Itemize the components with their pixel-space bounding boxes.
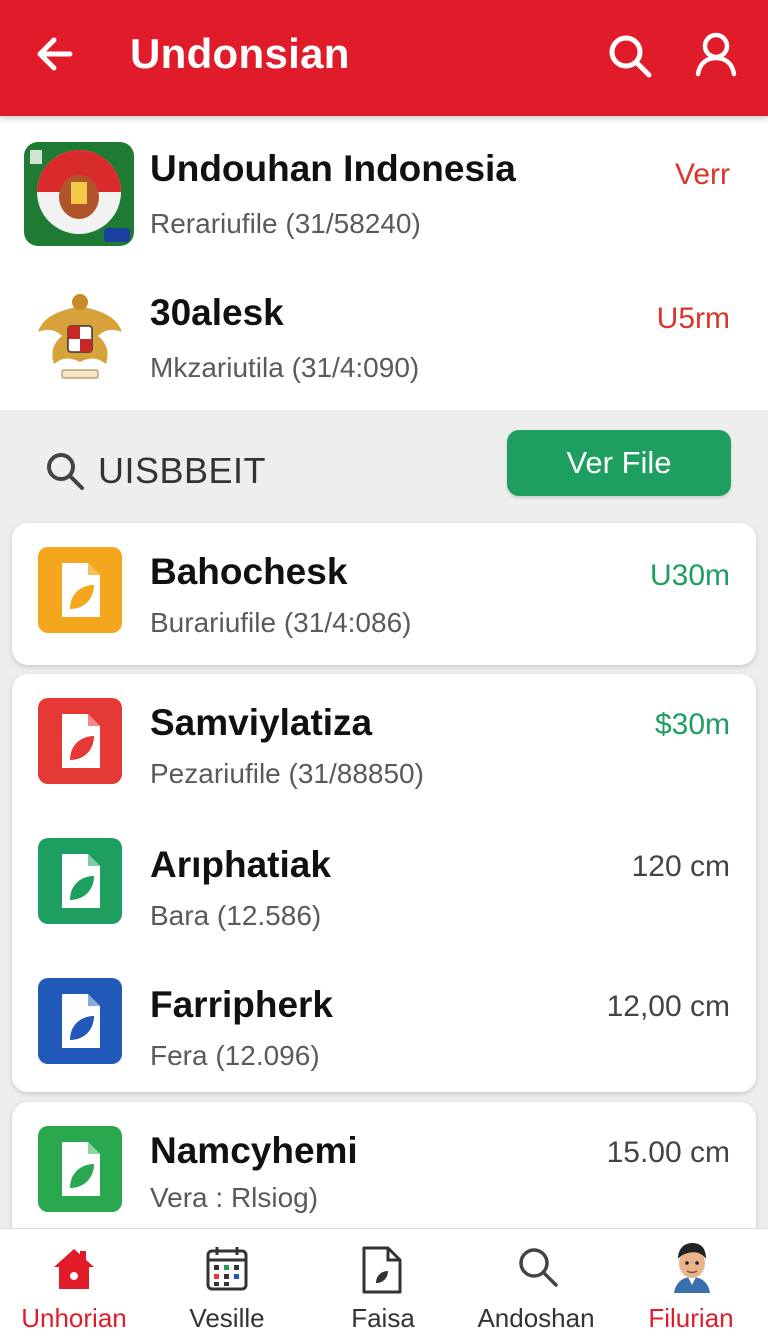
file-card: Bahochesk Burariufile (31/4:086) U30m	[12, 523, 756, 665]
back-arrow-icon[interactable]	[30, 28, 82, 80]
nav-item-calendar[interactable]: Vesille	[154, 1229, 300, 1344]
item-size: Verr	[674, 158, 730, 191]
page-title: Undonsian	[130, 30, 350, 77]
view-file-button[interactable]: Ver File	[507, 430, 731, 496]
file-item[interactable]: Arıphatiak Bara (12.586) 120 cm	[12, 814, 756, 954]
app-bar: Undonsian	[0, 0, 768, 116]
nav-label: Unhorian	[21, 1303, 127, 1333]
item-name: 30alesk	[150, 292, 284, 333]
indonesia-flag-app-icon	[24, 142, 134, 246]
search-icon[interactable]	[604, 30, 656, 82]
file-item[interactable]: Bahochesk Burariufile (31/4:086) U30m	[12, 523, 756, 665]
file-name: Bahochesk	[150, 551, 348, 592]
file-subtitle: Fera (12.096)	[150, 1040, 320, 1071]
nav-item-home[interactable]: Unhorian	[0, 1229, 148, 1344]
file-size: U30m	[649, 559, 730, 592]
file-subtitle: Vera : Rlsiog)	[150, 1182, 319, 1213]
profile-avatar	[674, 1243, 710, 1293]
search-icon	[519, 1248, 558, 1287]
file-subtitle: Pezariufile (31/88850)	[150, 758, 424, 789]
item-size: U5rm	[656, 302, 730, 335]
item-name: Undouhan Indonesia	[150, 148, 516, 189]
bottom-navigation: Unhorian Vesille Faisa Andoshan Filurian	[0, 1228, 768, 1344]
calendar-icon	[206, 1247, 248, 1291]
garuda-emblem-icon	[38, 294, 122, 379]
file-card-group: Samviylatiza Pezariufile (31/88850) $30m…	[12, 674, 756, 1092]
search-icon	[47, 453, 84, 490]
document-icon	[362, 1246, 402, 1294]
file-size: $30m	[654, 708, 730, 741]
file-size: 120 cm	[631, 850, 730, 883]
file-leaf-icon	[38, 978, 122, 1064]
file-item[interactable]: Samviylatiza Pezariufile (31/88850) $30m	[12, 674, 756, 814]
file-name: Samviylatiza	[150, 702, 373, 743]
file-leaf-icon	[38, 1126, 122, 1212]
nav-item-search[interactable]: Andoshan	[462, 1229, 610, 1344]
item-subtitle: Mkzariutila (31/4:090)	[150, 352, 420, 383]
file-size: 12,00 cm	[606, 990, 730, 1023]
nav-item-profile[interactable]: Filurian	[618, 1229, 764, 1344]
featured-list: Undouhan Indonesia Rerariufile (31/58240…	[0, 116, 768, 410]
file-name: Farripherk	[150, 984, 334, 1025]
file-name: Arıphatiak	[150, 844, 331, 885]
item-subtitle: Rerariufile (31/58240)	[150, 208, 421, 239]
account-icon[interactable]	[690, 28, 742, 80]
file-leaf-icon	[38, 547, 122, 633]
file-subtitle: Bara (12.586)	[150, 900, 322, 931]
nav-label: Filurian	[648, 1303, 734, 1333]
file-item[interactable]: Farripherk Fera (12.096) 12,00 cm	[12, 954, 756, 1092]
file-size: 15.00 cm	[606, 1136, 730, 1169]
nav-label: Andoshan	[477, 1303, 595, 1333]
list-item[interactable]: 30alesk Mkzariutila (31/4:090) U5rm	[0, 262, 768, 410]
nav-label: Vesille	[189, 1303, 265, 1333]
file-name: Namcyhemi	[150, 1130, 358, 1171]
file-subtitle: Burariufile (31/4:086)	[150, 607, 412, 638]
nav-item-document[interactable]: Faisa	[310, 1229, 456, 1344]
nav-label: Faisa	[351, 1303, 415, 1333]
home-icon	[54, 1249, 94, 1289]
list-item[interactable]: Undouhan Indonesia Rerariufile (31/58240…	[0, 116, 768, 262]
filter-label[interactable]: UISBBEIT	[98, 450, 266, 492]
file-leaf-icon	[38, 698, 122, 784]
file-leaf-icon	[38, 838, 122, 924]
